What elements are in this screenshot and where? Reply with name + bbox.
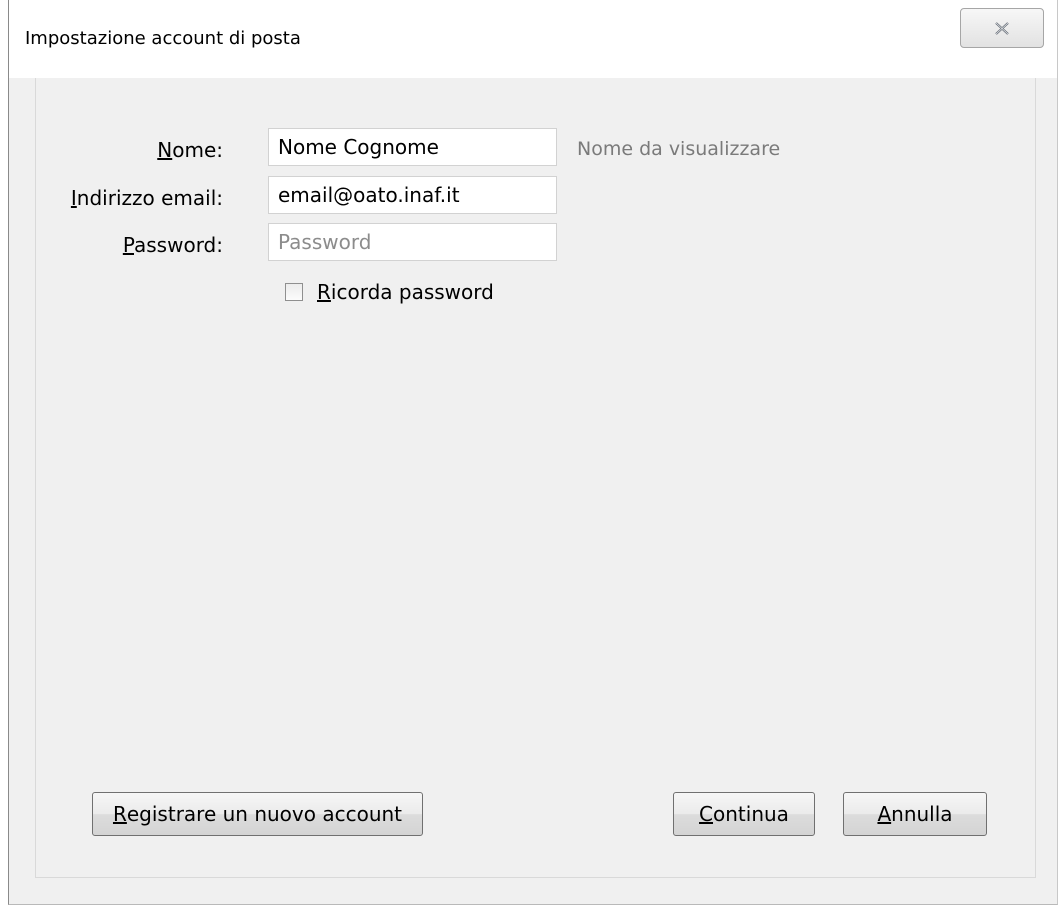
dialog-title: Impostazione account di posta [25, 28, 301, 49]
close-button[interactable] [960, 8, 1044, 48]
password-label: Password: [122, 233, 223, 257]
email-field[interactable] [268, 176, 557, 214]
name-hint: Nome da visualizzare [577, 138, 781, 160]
account-setup-dialog: Impostazione account di posta Nome: Nome… [8, 0, 1058, 905]
continue-button[interactable]: Continua [673, 792, 815, 836]
password-field[interactable] [268, 223, 557, 261]
name-field[interactable] [268, 128, 557, 166]
name-label: Nome: [157, 138, 223, 162]
remember-password-checkbox[interactable] [285, 283, 303, 301]
cancel-button[interactable]: Annulla [843, 792, 987, 836]
title-bar: Impostazione account di posta [9, 0, 1057, 78]
close-icon [995, 21, 1009, 35]
email-label: Indirizzo email: [70, 186, 223, 210]
register-new-account-button[interactable]: Registrare un nuovo account [92, 792, 423, 836]
dialog-content: Nome: Nome da visualizzare Indirizzo ema… [35, 78, 1036, 878]
remember-password-label[interactable]: Ricorda password [317, 280, 494, 304]
